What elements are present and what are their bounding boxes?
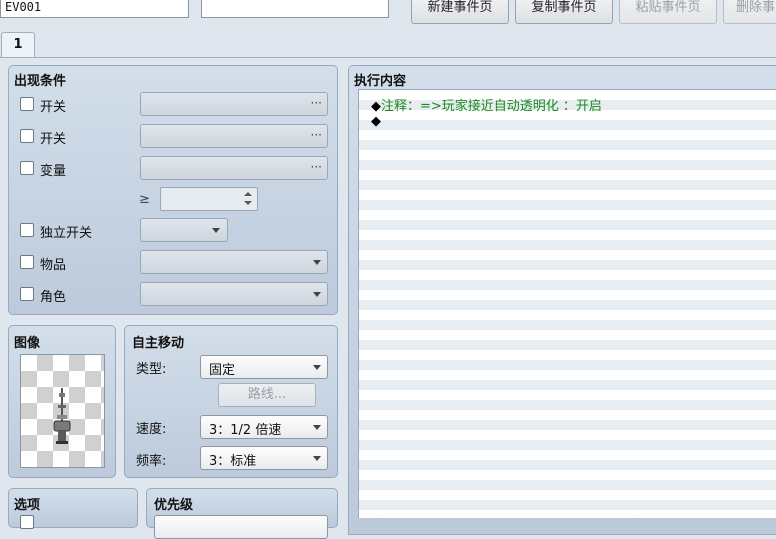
ellipsis-icon: ··· [310, 160, 322, 174]
frequency-value: 3：标准 [209, 454, 257, 469]
actor-checkbox[interactable] [20, 287, 34, 301]
delete-event-page-button[interactable]: 删除事 [723, 0, 776, 24]
paste-event-page-button[interactable]: 粘贴事件页 [619, 0, 717, 24]
movement-type-dropdown[interactable]: 固定 [200, 355, 328, 379]
item-dropdown[interactable] [140, 250, 328, 274]
event-command-list[interactable]: ◆注释：=>玩家接近自动透明化 ：开启 ◆ [358, 89, 776, 518]
movement-type-value: 固定 [209, 363, 236, 378]
greater-equal-symbol: ≥ [139, 192, 150, 207]
speed-dropdown[interactable]: 3：1/2 倍速 [200, 415, 328, 439]
event-note-input[interactable] [201, 0, 389, 18]
image-title: 图像 [14, 336, 41, 351]
command-marker: ◆ [371, 114, 381, 129]
command-marker: ◆ [371, 99, 381, 114]
actor-label: 角色 [40, 290, 67, 305]
copy-event-page-button[interactable]: 复制事件页 [515, 0, 613, 24]
variable-checkbox[interactable] [20, 161, 34, 175]
command-line[interactable]: ◆ [371, 114, 381, 129]
command-line[interactable]: ◆注释：=>玩家接近自动透明化 ：开启 [371, 95, 602, 114]
chevron-down-icon [313, 456, 321, 461]
self-switch-checkbox[interactable] [20, 223, 34, 237]
frequency-dropdown[interactable]: 3：标准 [200, 446, 328, 470]
priority-dropdown[interactable] [154, 515, 328, 539]
route-button[interactable]: 路线... [218, 383, 316, 407]
switch2-checkbox[interactable] [20, 129, 34, 143]
tab-page-1[interactable]: 1 [1, 32, 35, 58]
options-panel: 选项 [8, 488, 138, 529]
variable-value-spinner[interactable] [160, 187, 258, 211]
variable-label: 变量 [40, 164, 67, 179]
contents-title: 执行内容 [354, 74, 407, 89]
event-name-input[interactable]: EV001 [0, 0, 189, 18]
new-event-page-button[interactable]: 新建事件页 [411, 0, 509, 24]
tab-divider [0, 57, 776, 58]
autonomous-title: 自主移动 [132, 336, 185, 351]
speed-label: 速度: [136, 422, 167, 437]
chevron-down-icon [313, 260, 321, 265]
event-image-preview[interactable] [20, 354, 105, 468]
self-switch-label: 独立开关 [40, 226, 93, 241]
options-title: 选项 [14, 498, 41, 513]
ellipsis-icon: ··· [310, 96, 322, 110]
ellipsis-icon: ··· [310, 128, 322, 142]
conditions-panel: 出现条件 开关 ··· 开关 ··· 变量 ··· ≥ 独立开关 物品 角色 [8, 65, 338, 315]
chevron-down-icon [313, 365, 321, 370]
spin-up-icon[interactable] [244, 192, 252, 196]
chevron-down-icon [313, 292, 321, 297]
chevron-down-icon [313, 425, 321, 430]
self-switch-dropdown[interactable] [140, 218, 228, 242]
variable-selector[interactable]: ··· [140, 156, 328, 180]
item-label: 物品 [40, 258, 67, 273]
conditions-title: 出现条件 [14, 74, 67, 89]
item-checkbox[interactable] [20, 255, 34, 269]
priority-title: 优先级 [154, 498, 194, 513]
type-label: 类型: [136, 362, 167, 377]
frequency-label: 频率: [136, 454, 167, 469]
speed-value: 3：1/2 倍速 [209, 423, 282, 438]
switch1-label: 开关 [40, 100, 67, 115]
autonomous-movement-panel: 自主移动 类型: 固定 路线... 速度: 3：1/2 倍速 频率: 3：标准 [124, 325, 338, 478]
command-text: 注释：=>玩家接近自动透明化 ：开启 [381, 99, 602, 114]
switch2-label: 开关 [40, 132, 67, 147]
option-checkbox[interactable] [20, 515, 34, 529]
image-panel: 图像 [8, 325, 116, 478]
chevron-down-icon [212, 228, 220, 233]
lamp-post-sprite-icon [53, 388, 71, 444]
spin-down-icon[interactable] [244, 201, 252, 205]
priority-panel: 优先级 [146, 488, 338, 539]
actor-dropdown[interactable] [140, 282, 328, 306]
switch2-selector[interactable]: ··· [140, 124, 328, 148]
switch1-checkbox[interactable] [20, 97, 34, 111]
switch1-selector[interactable]: ··· [140, 92, 328, 116]
